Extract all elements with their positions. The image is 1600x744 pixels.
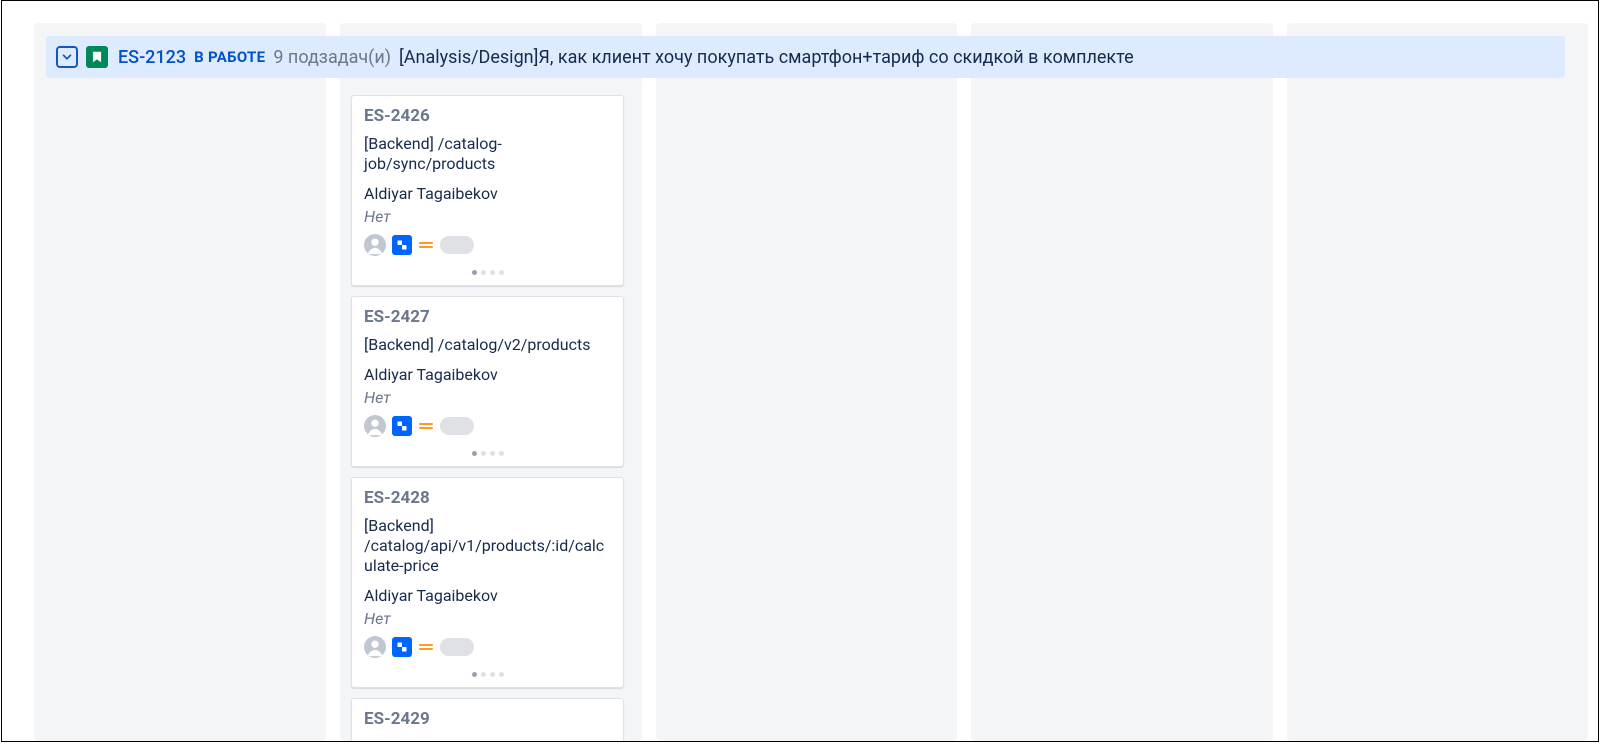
issue-card-summary: [Backend] /catalog/api/v1/products/:id/c…: [364, 516, 611, 576]
estimate-pill: [440, 638, 474, 656]
issue-card[interactable]: ES-2429: [351, 698, 624, 742]
issue-card-assignee: Aldiyar Tagaibekov: [364, 184, 611, 203]
issue-key-link[interactable]: ES-2123: [118, 47, 186, 68]
board-column[interactable]: [656, 23, 958, 741]
issue-card-none-label: Нет: [364, 388, 611, 407]
priority-medium-icon: [418, 639, 434, 655]
issue-card-footer: [364, 415, 611, 437]
avatar-unassigned-icon: [364, 636, 386, 658]
collapse-toggle[interactable]: [56, 46, 78, 68]
issue-card-key: ES-2428: [364, 488, 611, 508]
card-list: ES-2426 [Backend] /catalog-job/sync/prod…: [351, 95, 624, 742]
avatar-unassigned-icon: [364, 415, 386, 437]
priority-medium-icon: [418, 237, 434, 253]
issue-card-footer: [364, 636, 611, 658]
subtask-type-icon: [392, 235, 412, 255]
issue-card-summary: [Backend] /catalog-job/sync/products: [364, 134, 611, 174]
issue-status-badge[interactable]: В РАБОТЕ: [194, 48, 265, 66]
estimate-pill: [440, 236, 474, 254]
issue-card-summary: [Backend] /catalog/v2/products: [364, 335, 611, 355]
board-columns: [34, 23, 1588, 741]
estimate-pill: [440, 417, 474, 435]
card-age-dots: [364, 437, 611, 460]
issue-card[interactable]: ES-2427 [Backend] /catalog/v2/products A…: [351, 296, 624, 467]
swimlane-header[interactable]: ES-2123 В РАБОТЕ 9 подзадач(и) [Analysis…: [46, 36, 1565, 78]
avatar-unassigned-icon: [364, 234, 386, 256]
issue-card-key: ES-2426: [364, 106, 611, 126]
card-age-dots: [364, 256, 611, 279]
issue-summary: [Analysis/Design]Я, как клиент хочу поку…: [399, 47, 1134, 68]
subtask-type-icon: [392, 637, 412, 657]
subtask-count: 9 подзадач(и): [273, 47, 391, 68]
story-type-icon: [86, 46, 108, 68]
issue-card-assignee: Aldiyar Tagaibekov: [364, 586, 611, 605]
issue-card-assignee: Aldiyar Tagaibekov: [364, 365, 611, 384]
issue-card[interactable]: ES-2426 [Backend] /catalog-job/sync/prod…: [351, 95, 624, 286]
board-column[interactable]: [971, 23, 1273, 741]
issue-card-none-label: Нет: [364, 609, 611, 628]
issue-card-key: ES-2429: [364, 709, 611, 729]
board-column[interactable]: [34, 23, 326, 741]
issue-card[interactable]: ES-2428 [Backend] /catalog/api/v1/produc…: [351, 477, 624, 688]
card-age-dots: [364, 658, 611, 681]
chevron-down-icon: [60, 50, 74, 64]
subtask-type-icon: [392, 416, 412, 436]
issue-card-footer: [364, 234, 611, 256]
issue-card-none-label: Нет: [364, 207, 611, 226]
board-column[interactable]: [1287, 23, 1589, 741]
priority-medium-icon: [418, 418, 434, 434]
issue-card-key: ES-2427: [364, 307, 611, 327]
